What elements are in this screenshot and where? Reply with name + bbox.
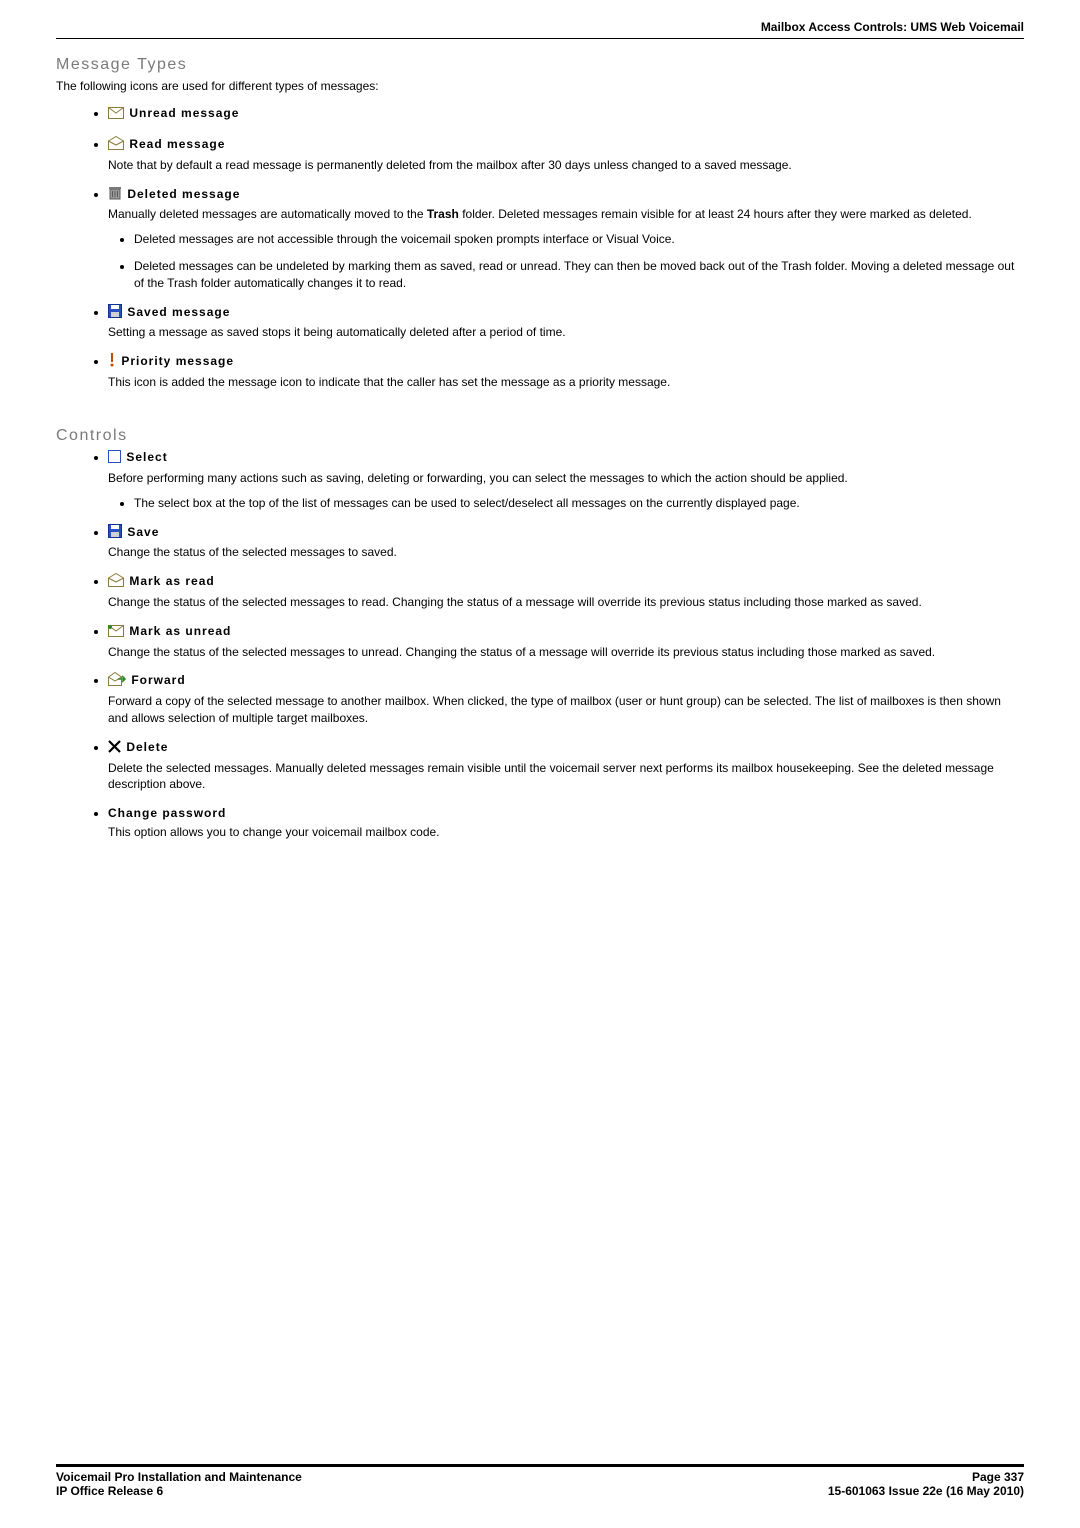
select-sublist: The select box at the top of the list of…: [108, 495, 1024, 512]
priority-exclaim-icon: [108, 353, 116, 372]
read-envelope-open-icon: [108, 136, 124, 155]
header-rule: [56, 38, 1024, 39]
save-disk-icon: [108, 524, 122, 543]
deleted-sub2: Deleted messages can be undeleted by mar…: [134, 258, 1024, 292]
item-forward: Forward Forward a copy of the selected m…: [108, 672, 1024, 726]
item-priority: Priority message This icon is added the …: [108, 353, 1024, 391]
saved-label: Saved message: [127, 305, 230, 319]
page-content: Message Types The following icons are us…: [56, 52, 1024, 853]
mark-read-envelope-icon: [108, 573, 124, 592]
page-footer: Voicemail Pro Installation and Maintenan…: [56, 1464, 1024, 1498]
read-label: Read message: [129, 137, 225, 151]
deleted-desc: Manually deleted messages are automatica…: [108, 206, 1024, 223]
forward-envelope-arrow-icon: [108, 672, 126, 691]
msgtypes-intro: The following icons are used for differe…: [56, 78, 1024, 95]
forward-label: Forward: [131, 673, 185, 687]
unread-label: Unread message: [129, 106, 239, 120]
item-changepw: Change password This option allows you t…: [108, 805, 1024, 841]
select-label: Select: [126, 450, 167, 464]
saved-desc: Setting a message as saved stops it bein…: [108, 324, 1024, 341]
priority-desc: This icon is added the message icon to i…: [108, 374, 1024, 391]
markunread-label: Mark as unread: [129, 624, 231, 638]
select-checkbox-icon: [108, 450, 121, 468]
markread-desc: Change the status of the selected messag…: [108, 594, 1024, 611]
item-deleted: Deleted message Manually deleted message…: [108, 186, 1024, 292]
item-read: Read message Note that by default a read…: [108, 136, 1024, 174]
save-desc: Change the status of the selected messag…: [108, 544, 1024, 561]
header-breadcrumb: Mailbox Access Controls: UMS Web Voicema…: [761, 20, 1024, 34]
deleted-trash-icon: [108, 186, 122, 205]
footer-left2: IP Office Release 6: [56, 1484, 163, 1498]
item-markread: Mark as read Change the status of the se…: [108, 573, 1024, 611]
item-unread: Unread message: [108, 105, 1024, 124]
mark-unread-envelope-icon: [108, 625, 124, 642]
changepw-label: Change password: [108, 806, 226, 820]
item-save: Save Change the status of the selected m…: [108, 524, 1024, 562]
footer-right1: Page 337: [972, 1470, 1024, 1484]
deleted-sub1: Deleted messages are not accessible thro…: [134, 231, 1024, 248]
changepw-desc: This option allows you to change your vo…: [108, 824, 1024, 841]
item-markunread: Mark as unread Change the status of the …: [108, 623, 1024, 661]
markread-label: Mark as read: [129, 574, 214, 588]
section-title-message-types: Message Types: [56, 54, 1024, 76]
unread-envelope-icon: [108, 107, 124, 124]
item-select: Select Before performing many actions su…: [108, 449, 1024, 511]
item-saved: Saved message Setting a message as saved…: [108, 304, 1024, 342]
select-desc: Before performing many actions such as s…: [108, 470, 1024, 487]
markunread-desc: Change the status of the selected messag…: [108, 644, 1024, 661]
forward-desc: Forward a copy of the selected message t…: [108, 693, 1024, 727]
msgtypes-list: Unread message Read message Note that by…: [56, 105, 1024, 391]
delete-label: Delete: [126, 740, 168, 754]
delete-x-icon: [108, 740, 121, 758]
item-delete: Delete Delete the selected messages. Man…: [108, 739, 1024, 793]
section-title-controls: Controls: [56, 425, 1024, 447]
select-sub1: The select box at the top of the list of…: [134, 495, 1024, 512]
save-label: Save: [127, 525, 159, 539]
priority-label: Priority message: [121, 354, 234, 368]
controls-list: Select Before performing many actions su…: [56, 449, 1024, 841]
delete-desc: Delete the selected messages. Manually d…: [108, 760, 1024, 794]
footer-left1: Voicemail Pro Installation and Maintenan…: [56, 1470, 302, 1484]
deleted-sublist: Deleted messages are not accessible thro…: [108, 231, 1024, 291]
read-desc: Note that by default a read message is p…: [108, 157, 1024, 174]
deleted-label: Deleted message: [127, 187, 240, 201]
footer-right2: 15-601063 Issue 22e (16 May 2010): [828, 1484, 1024, 1498]
saved-disk-icon: [108, 304, 122, 323]
